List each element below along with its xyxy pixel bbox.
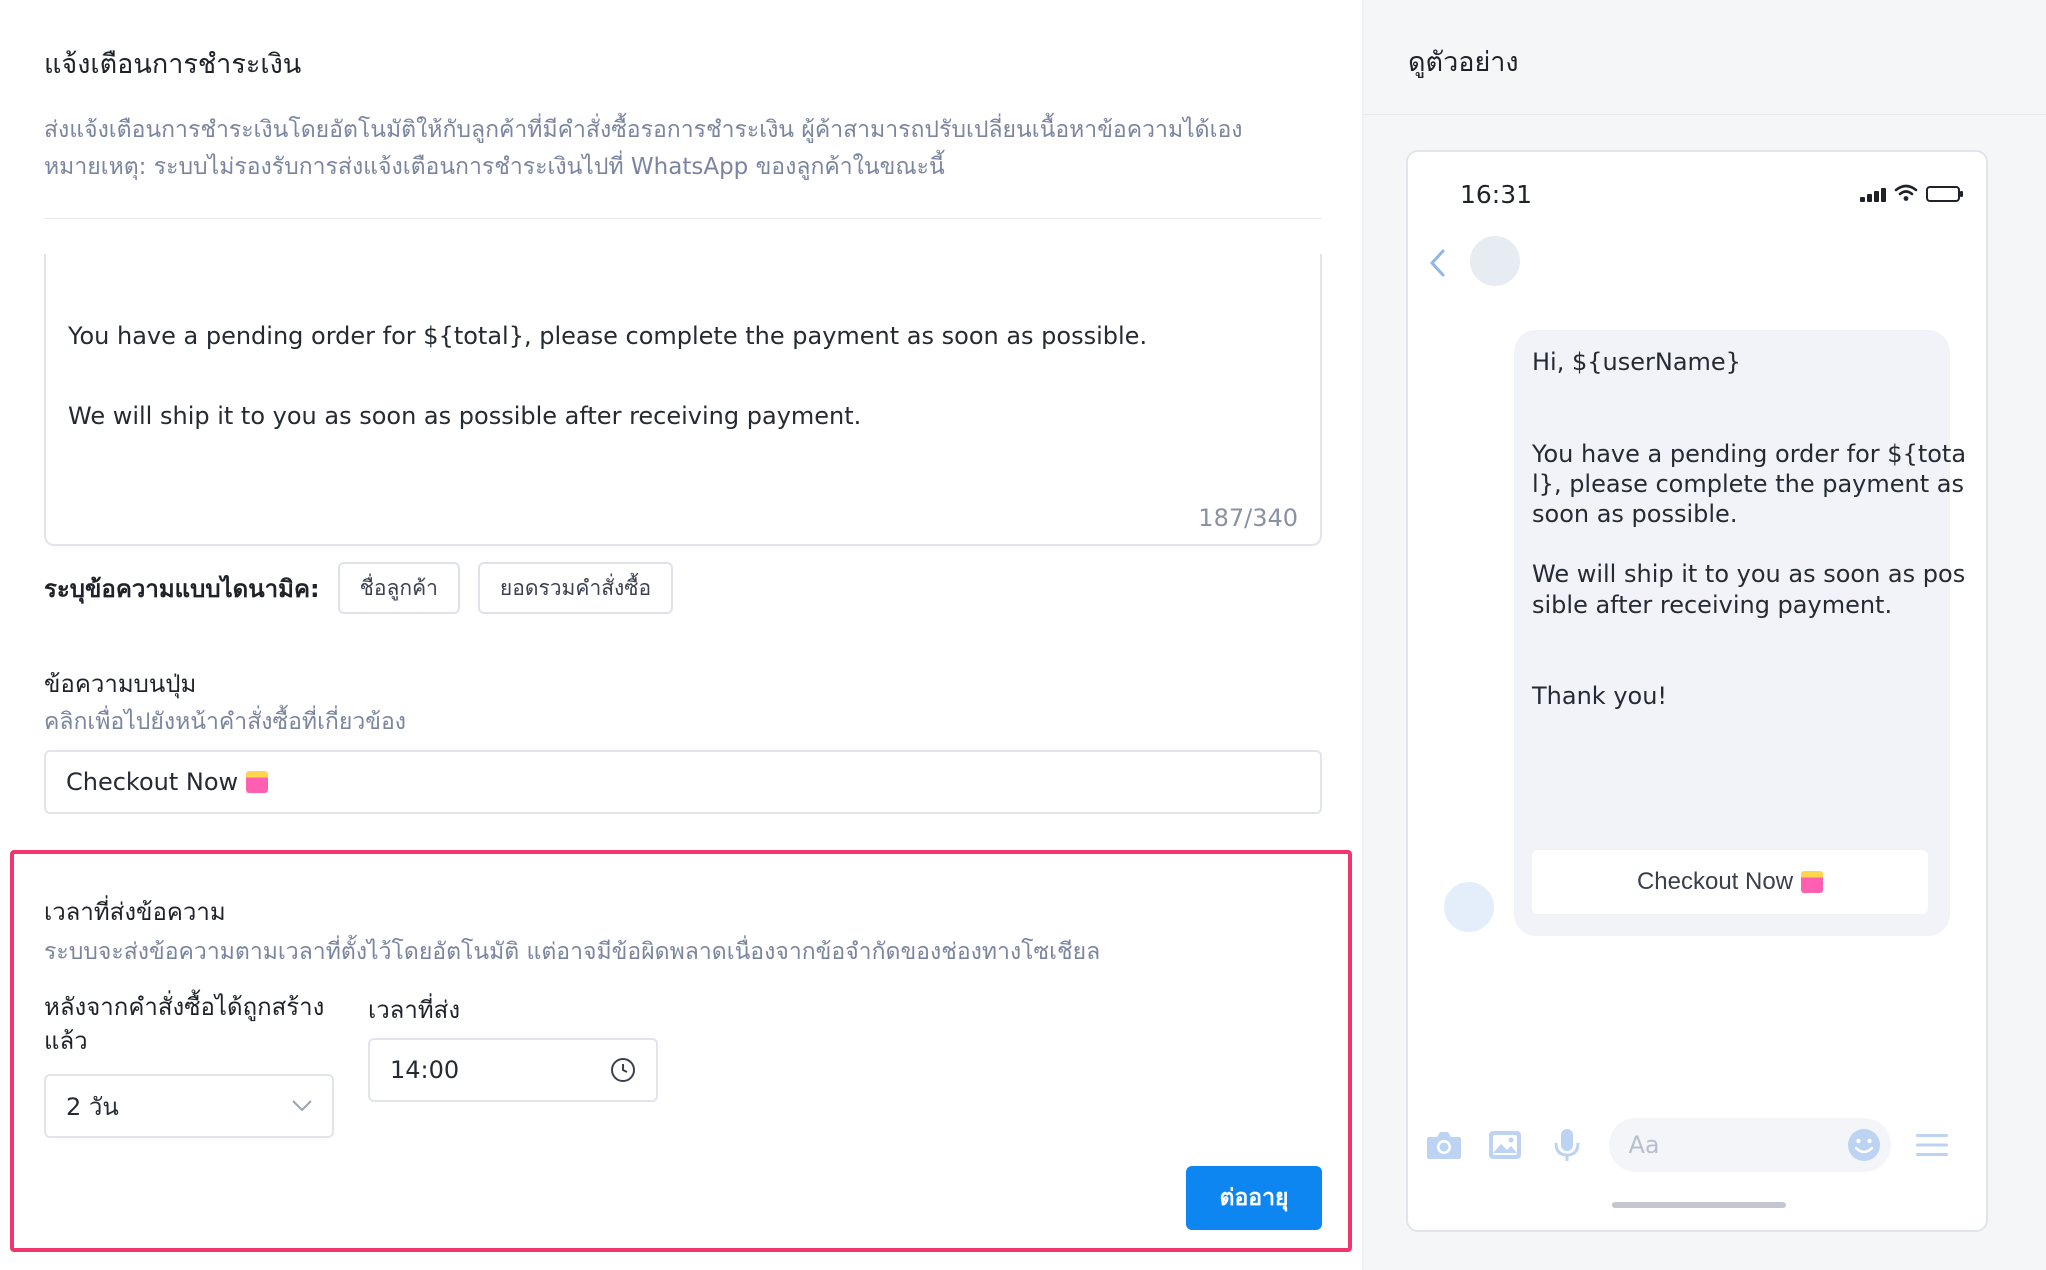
image-icon[interactable] — [1486, 1123, 1526, 1167]
preview-checkout-label: Checkout Now — [1636, 868, 1794, 895]
dynamic-field-row: ระบุข้อความแบบไดนามิค: ชื่อลูกค้า ยอดรวม… — [44, 562, 691, 614]
message-bubble: Hi, ${userName} You have a pending order… — [1514, 330, 1966, 936]
divider — [44, 218, 1322, 219]
chat-message-input[interactable]: Aa — [1608, 1118, 1891, 1172]
message-editor[interactable]: You have a pending order for ${total}, p… — [44, 254, 1322, 546]
chevron-down-icon — [292, 1100, 312, 1112]
button-text-input[interactable]: Checkout Now — [44, 750, 1322, 814]
days-after-value: 2 วัน — [66, 1092, 119, 1121]
home-indicator — [1612, 1202, 1786, 1208]
status-icons — [1860, 184, 1963, 202]
send-time-title: เวลาที่ส่งข้อความ — [44, 898, 226, 926]
bubble-line: You have a pending order for ${tota — [1532, 440, 1967, 468]
clock-icon — [611, 1058, 635, 1082]
settings-panel: แจ้งเตือนการชำระเงิน ส่งแจ้งเตือนการชำระ… — [0, 0, 1362, 1270]
button-text-value: Checkout Now — [66, 768, 239, 796]
camera-icon[interactable] — [1424, 1123, 1464, 1167]
sender-avatar — [1444, 882, 1494, 932]
menu-icon[interactable] — [1913, 1123, 1953, 1167]
button-text-subtitle: คลิกเพื่อไปยังหน้าคำสั่งซื้อที่เกี่ยวข้อ… — [44, 709, 407, 735]
description-line-1: ส่งแจ้งเตือนการชำระเงินโดยอัตโนมัติให้กั… — [44, 117, 1243, 143]
message-line-1: You have a pending order for ${total}, p… — [68, 322, 1148, 350]
bubble-line: l}, please complete the payment as — [1532, 470, 1964, 498]
bubble-line: Thank you! — [1532, 682, 1668, 710]
insert-order-total-chip[interactable]: ยอดรวมคำสั่งซื้อ — [477, 562, 674, 614]
button-text-title: ข้อความบนปุ่ม — [44, 670, 197, 698]
page-description: ส่งแจ้งเตือนการชำระเงินโดยอัตโนมัติให้กั… — [44, 112, 1334, 186]
days-after-select[interactable]: 2 วัน — [44, 1074, 334, 1138]
send-time-label: เวลาที่ส่ง — [368, 996, 461, 1024]
character-counter: 187/340 — [1198, 504, 1298, 532]
status-clock: 16:31 — [1460, 180, 1533, 209]
phone-mockup: 16:31 Hi, ${userName} You have a pending… — [1406, 150, 1988, 1232]
description-line-2: หมายเหตุ: ระบบไม่รองรับการส่งแจ้งเตือนกา… — [44, 154, 945, 180]
emoji-icon[interactable] — [1847, 1128, 1881, 1162]
back-chevron-icon[interactable] — [1428, 248, 1446, 278]
microphone-icon[interactable] — [1547, 1123, 1587, 1167]
insert-customer-name-chip[interactable]: ชื่อลูกค้า — [337, 562, 460, 614]
preview-checkout-button[interactable]: Checkout Now — [1532, 850, 1928, 914]
bubble-line: Hi, ${userName} — [1532, 348, 1741, 376]
send-time-value: 14:00 — [390, 1056, 460, 1084]
bubble-line: We will ship it to you as soon as pos — [1532, 560, 1966, 588]
page-title: แจ้งเตือนการชำระเงิน — [44, 49, 302, 80]
bubble-line: soon as possible. — [1532, 500, 1738, 528]
message-line-2: We will ship it to you as soon as possib… — [68, 402, 862, 430]
signal-icon — [1860, 188, 1886, 202]
send-time-subtitle: ระบบจะส่งข้อความตามเวลาที่ตั้งไว้โดยอัตโ… — [44, 939, 1101, 965]
preview-title: ดูตัวอย่าง — [1408, 47, 1519, 78]
chat-input-placeholder: Aa — [1628, 1131, 1660, 1159]
continue-button[interactable]: ต่ออายุ — [1186, 1166, 1322, 1230]
battery-icon — [1926, 186, 1963, 202]
dynamic-field-label: ระบุข้อความแบบไดนามิค: — [44, 574, 320, 603]
preview-panel: ดูตัวอย่าง 16:31 Hi, ${userName} You hav… — [1364, 0, 2046, 1270]
preview-divider — [1364, 114, 2046, 115]
send-time-picker[interactable]: 14:00 — [368, 1038, 658, 1102]
bubble-line: sible after receiving payment. — [1532, 591, 1893, 619]
chat-avatar — [1470, 236, 1520, 286]
after-created-label: หลังจากคำสั่งซื้อได้ถูกสร้างแล้ว — [44, 993, 325, 1055]
shopping-bag-icon — [246, 771, 269, 793]
shopping-bag-icon — [1801, 871, 1824, 893]
wifi-icon — [1894, 184, 1918, 201]
message-composer: Aa — [1424, 1116, 1974, 1174]
